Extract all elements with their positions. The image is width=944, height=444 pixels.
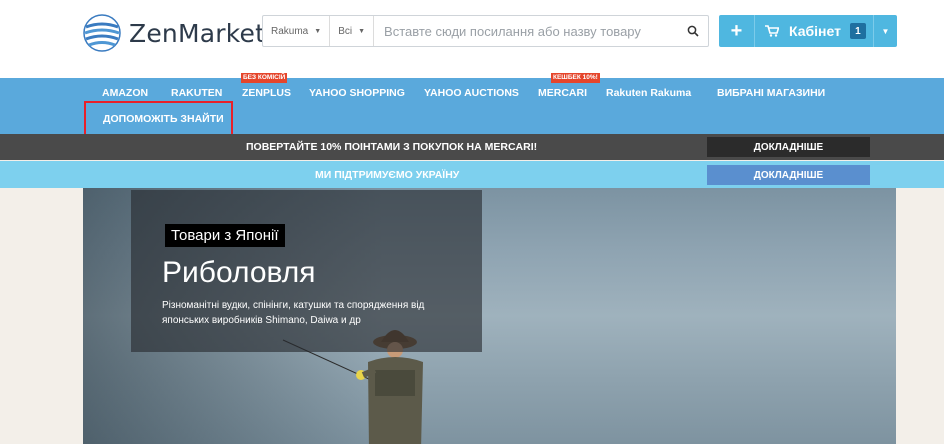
search-button[interactable] — [678, 16, 708, 46]
search-input[interactable] — [374, 16, 678, 46]
logo[interactable]: ZenMarket — [83, 14, 265, 52]
nav-item-selected-stores[interactable]: ВИБРАНІ МАГАЗИНИ — [717, 87, 825, 99]
mercari-promo-bar: ПОВЕРТАЙТЕ 10% ПОІНТАМИ З ПОКУПОК НА MER… — [0, 134, 944, 160]
ukraine-support-text: МИ ПІДТРИМУЄМО УКРАЇНУ — [315, 169, 460, 181]
nav-item-yahoo-auctions[interactable]: YAHOO AUCTIONS — [424, 87, 519, 99]
nav-badge-mercari: КЕШБЕК 10%! — [551, 73, 600, 83]
nav-item-yahoo-shopping[interactable]: YAHOO SHOPPING — [309, 87, 405, 99]
hero-description: Різноманітні вудки, спінінги, катушки та… — [162, 300, 425, 326]
hero-banner[interactable]: Товари з Японії Риболовля Різноманітні в… — [83, 188, 896, 444]
logo-text: ZenMarket — [129, 18, 266, 48]
nav-badge-zenplus: БЕЗ КОМІСІЙ — [241, 73, 288, 83]
chevron-down-icon: ▼ — [358, 27, 366, 35]
nav-item-amazon[interactable]: AMAZON — [102, 87, 148, 99]
category-select-value: Всі — [338, 25, 353, 37]
cart-icon — [765, 25, 779, 37]
hero-title: Риболовля — [162, 256, 316, 289]
site-header: ZenMarket Rakuma ▼ Всі ▼ + Кабінет — [0, 0, 944, 78]
store-select[interactable]: Rakuma ▼ — [263, 16, 331, 46]
add-plus-icon[interactable]: + — [719, 15, 755, 47]
nav-item-rakuten[interactable]: RAKUTEN — [171, 87, 222, 99]
help-find-label: ДОПОМОЖІТЬ ЗНАЙТИ — [103, 113, 224, 125]
store-select-value: Rakuma — [271, 25, 309, 37]
ukraine-more-button[interactable]: ДОКЛАДНІШЕ — [707, 165, 870, 185]
mercari-more-button[interactable]: ДОКЛАДНІШЕ — [707, 137, 870, 157]
nav-item-rakuten-rakuma[interactable]: Rakuten Rakuma — [606, 87, 691, 99]
chevron-down-icon[interactable]: ▼ — [873, 15, 897, 47]
hero-caption: Товари з Японії Риболовля Різноманітні в… — [131, 190, 482, 352]
hero-tag: Товари з Японії — [165, 224, 285, 247]
ukraine-support-bar: МИ ПІДТРИМУЄМО УКРАЇНУ ДОКЛАДНІШЕ — [0, 161, 944, 188]
chevron-down-icon: ▼ — [314, 27, 322, 35]
cart-count-badge: 1 — [849, 23, 866, 39]
cabinet-label: Кабінет — [789, 23, 841, 39]
search-bar: Rakuma ▼ Всі ▼ — [262, 15, 709, 47]
logo-globe-icon — [83, 14, 121, 52]
category-select[interactable]: Всі ▼ — [330, 16, 375, 46]
search-icon — [687, 25, 699, 37]
mercari-promo-text: ПОВЕРТАЙТЕ 10% ПОІНТАМИ З ПОКУПОК НА MER… — [246, 141, 538, 153]
nav-item-zenplus[interactable]: ZENPLUS — [242, 87, 291, 99]
cabinet-button[interactable]: + Кабінет 1 ▼ — [719, 15, 897, 47]
nav-item-help-find[interactable]: ДОПОМОЖІТЬ ЗНАЙТИ — [84, 101, 233, 137]
nav-item-mercari[interactable]: MERCARI — [538, 87, 587, 99]
